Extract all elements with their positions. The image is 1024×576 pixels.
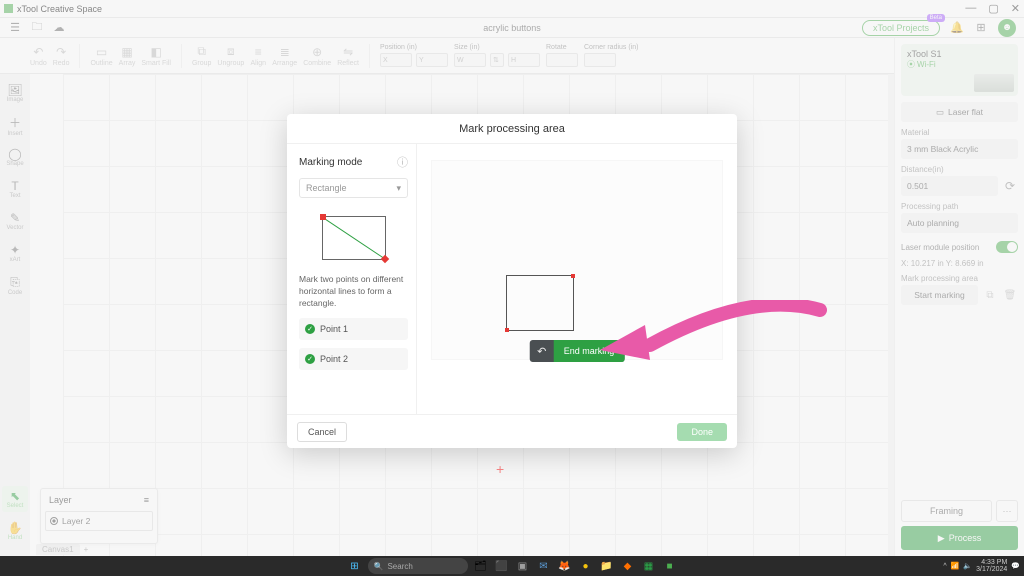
- tray-notifications-icon[interactable]: 💬: [1011, 562, 1020, 570]
- check-icon: ✓: [305, 354, 315, 364]
- tray-clock[interactable]: 4:33 PM3/17/2024: [976, 559, 1007, 573]
- taskbar-app-10[interactable]: ■: [662, 558, 678, 574]
- taskbar-app-2[interactable]: ⬛: [494, 558, 510, 574]
- tray-wifi-icon[interactable]: 📶: [951, 562, 960, 570]
- end-marking-button[interactable]: End marking: [554, 340, 625, 362]
- marking-mode-select[interactable]: Rectangle▾: [299, 178, 408, 198]
- marking-preview[interactable]: [431, 160, 723, 360]
- taskbar-app-6[interactable]: ●: [578, 558, 594, 574]
- marked-rectangle: [506, 275, 574, 331]
- taskbar-app-8[interactable]: ◆: [620, 558, 636, 574]
- taskbar-app-3[interactable]: ▣: [515, 558, 531, 574]
- search-icon: 🔍: [374, 562, 384, 571]
- marking-hint: Mark two points on different horizontal …: [299, 274, 408, 310]
- dialog-title: Mark processing area: [287, 114, 737, 144]
- taskbar-app-9[interactable]: ▦: [641, 558, 657, 574]
- rectangle-illustration: [322, 216, 386, 260]
- taskbar-app-4[interactable]: ✉: [536, 558, 552, 574]
- chevron-down-icon: ▾: [396, 183, 401, 194]
- point1-item[interactable]: ✓Point 1: [299, 318, 408, 340]
- marking-mode-label: Marking mode: [299, 157, 362, 168]
- mark-point-tr: [571, 274, 575, 278]
- tray-chevron-icon[interactable]: ^: [943, 563, 946, 570]
- mark-area-dialog: Mark processing area Marking mode ⓘ Rect…: [287, 114, 737, 448]
- check-icon: ✓: [305, 324, 315, 334]
- start-button[interactable]: ⊞: [347, 558, 363, 574]
- marking-mode-help-icon[interactable]: ⓘ: [397, 154, 408, 170]
- tray-volume-icon[interactable]: 🔈: [963, 562, 972, 570]
- taskbar-app-1[interactable]: 🗂: [473, 558, 489, 574]
- done-button[interactable]: Done: [677, 423, 727, 441]
- taskbar-search[interactable]: 🔍Search: [368, 558, 468, 574]
- undo-mark-button[interactable]: ↶: [530, 340, 554, 362]
- point2-item[interactable]: ✓Point 2: [299, 348, 408, 370]
- taskbar-app-7[interactable]: 📁: [599, 558, 615, 574]
- mark-point-bl: [505, 328, 509, 332]
- taskbar-app-5[interactable]: 🦊: [557, 558, 573, 574]
- cancel-button[interactable]: Cancel: [297, 422, 347, 442]
